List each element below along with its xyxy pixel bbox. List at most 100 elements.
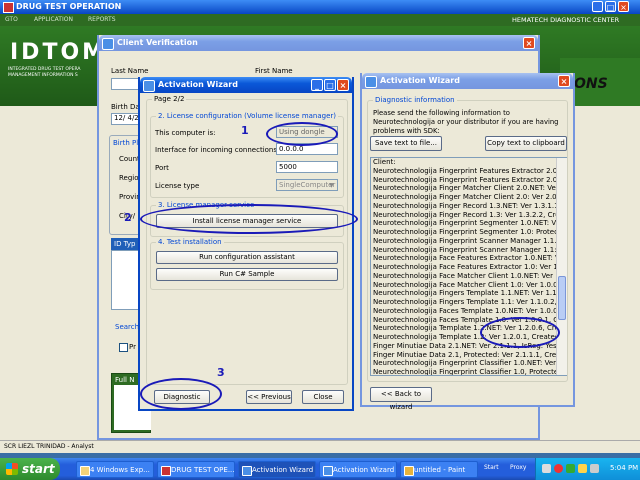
brand-right-text: ONS (574, 76, 608, 92)
diag-line: Neurotechnologija Fingers Template 1.1.N… (373, 289, 566, 298)
annotation-ellipse-diagnostic (140, 378, 222, 410)
diag-line: Neurotechnologija Fingerprint Classifier… (373, 359, 566, 368)
save-text-label: Save text to file... (374, 139, 438, 147)
app-statusbar: SCR LIEZL TRINIDAD - Analyst (0, 440, 640, 453)
diag-line: Neurotechnologija Fingerprint Features E… (373, 166, 566, 175)
diag-line: Client: (373, 158, 396, 166)
menu-reports[interactable]: REPORTS (88, 16, 116, 23)
port-field[interactable]: 5000 (276, 161, 338, 173)
app-titlebar: DRUG TEST OPERATION (0, 0, 640, 14)
previous-button[interactable]: << Previous (246, 390, 292, 404)
tray-icon-4[interactable] (578, 464, 587, 473)
diag-line: Finger Minutiae Data 2.1, Protected: Ver… (373, 350, 566, 359)
clock[interactable]: 5:04 PM (610, 464, 638, 472)
taskbar-item-label: Activation Wizard (333, 466, 395, 474)
taskbar-item-explorer[interactable]: 4 Windows Exp... (76, 461, 154, 478)
taskbar-item-wizard-1[interactable]: Activation Wizard (238, 461, 316, 478)
wizard-titlebar: Activation Wizard _ □ × (140, 77, 352, 93)
app-maximize-button[interactable]: □ (605, 1, 616, 12)
quick-proxy-label[interactable]: Proxy (510, 464, 526, 471)
tray-icon-3[interactable] (566, 464, 575, 473)
left-panel (0, 106, 101, 440)
wizard-title: Activation Wizard (158, 80, 238, 89)
cv-check-box[interactable] (119, 343, 128, 352)
previous-label: << Previous (247, 393, 291, 401)
start-button[interactable]: start (0, 458, 60, 480)
cv-id-type-label: ID Typ (114, 240, 136, 248)
logo-sub2: MANAGEMENT INFORMATION S (8, 73, 78, 78)
cv-window-icon (102, 38, 114, 50)
app-close-button[interactable]: × (618, 1, 629, 12)
cv-check-label: Pr (129, 343, 136, 351)
port-value: 5000 (279, 163, 297, 171)
copy-clipboard-button[interactable]: Copy text to clipboard (485, 136, 567, 151)
logo-sub1: INTEGRATED DRUG TEST OPERA (8, 67, 81, 72)
taskbar-item-wizard-2[interactable]: Activation Wizard (319, 461, 397, 478)
app-minimize-button[interactable]: _ (592, 1, 603, 12)
taskbar-item-drug-test[interactable]: DRUG TEST OPE... (157, 461, 235, 478)
close-button[interactable]: Close (302, 390, 344, 404)
cv-first-name-label: First Name (255, 67, 293, 75)
quick-start-label[interactable]: Start (484, 464, 499, 471)
diag-line: Neurotechnologija Fingerprint Scanner Ma… (373, 236, 566, 245)
tray-icon-1[interactable] (542, 464, 551, 473)
annotation-number-1: 1 (241, 124, 249, 137)
test-group: 4. Test installation (150, 238, 344, 290)
diag-line: Neurotechnologija Fingerprint Segmenter … (373, 228, 566, 236)
diag-group-label: Diagnostic information (373, 96, 457, 104)
run-config-assistant-button[interactable]: Run configuration assistant (156, 251, 338, 264)
back-to-wizard-button[interactable]: << Back to wizard (370, 387, 432, 411)
annotation-ellipse-dongle (266, 122, 338, 146)
license-type-label: License type (155, 182, 200, 190)
app-icon (3, 2, 14, 13)
diag-line: Neurotechnologija Fingerprint Segmenter … (373, 219, 566, 228)
cv-country-label: Count (119, 155, 140, 163)
test-group-label: 4. Test installation (156, 238, 224, 246)
taskbar-item-label: untitled - Paint (414, 466, 466, 474)
wizard-close-button[interactable]: × (337, 79, 349, 91)
diag-close-button[interactable]: × (558, 75, 570, 87)
cv-close-button[interactable]: × (523, 37, 535, 49)
cv-region-label: Regio (119, 174, 139, 182)
cv-last-name-label: Last Name (111, 67, 149, 75)
port-label: Port (155, 164, 169, 172)
diag-line: Neurotechnologija Face Matcher Client 1.… (373, 280, 565, 289)
diag-line: Neurotechnologija Finger Matcher Client … (373, 193, 566, 201)
right-panel (570, 106, 640, 440)
diag-line: Neurotechnologija Face Features Extracto… (373, 254, 566, 263)
menu-gto[interactable]: GTO (5, 16, 18, 23)
run-config-label: Run configuration assistant (199, 253, 295, 261)
system-tray: 5:04 PM (535, 458, 640, 480)
menu-application[interactable]: APPLICATION (34, 16, 73, 23)
cv-birth-place-label: Birth Pl (113, 139, 139, 147)
run-sample-button[interactable]: Run C# Sample (156, 268, 338, 281)
diag-titlebar: Activation Wizard × (362, 73, 573, 89)
taskbar-item-label: Activation Wizard (252, 466, 314, 474)
diag-scroll-thumb[interactable] (558, 276, 566, 320)
close-label: Close (313, 393, 333, 401)
diag-scrollbar[interactable] (556, 158, 567, 375)
wizard-minimize-button[interactable]: _ (311, 79, 323, 91)
run-sample-label: Run C# Sample (219, 270, 275, 278)
diag-line: Neurotechnologija Fingerprint Scanner Ma… (373, 245, 566, 254)
tray-icon-2[interactable] (554, 464, 563, 473)
wizard-window-icon (143, 80, 155, 92)
wizard-maximize-button[interactable]: □ (324, 79, 336, 91)
app-icon (161, 466, 171, 476)
save-text-button[interactable]: Save text to file... (370, 136, 442, 151)
license-config-label: 2. License configuration (Volume license… (156, 112, 339, 120)
license-type-dropdown[interactable]: SingleComputer ▼ (276, 179, 338, 191)
cv-title: Client Verification (117, 38, 198, 47)
diag-line: Neurotechnologija Fingers Template 1.1: … (373, 298, 566, 306)
wizard-page-label: Page 2/2 (152, 95, 187, 103)
cv-search-label: Search (115, 323, 140, 331)
taskbar-item-paint[interactable]: untitled - Paint (400, 461, 478, 478)
diag-window-icon (365, 76, 377, 88)
status-text: SCR LIEZL TRINIDAD - Analyst (4, 443, 94, 450)
wizard-icon (242, 466, 252, 476)
diag-line: Neurotechnologija Finger Matcher Client … (373, 184, 566, 193)
paint-icon (404, 466, 414, 476)
tray-icon-5[interactable] (590, 464, 599, 473)
app-menubar: GTO APPLICATION REPORTS HEMATECH DIAGNOS… (0, 14, 640, 26)
chevron-down-icon[interactable]: ▼ (327, 181, 336, 189)
